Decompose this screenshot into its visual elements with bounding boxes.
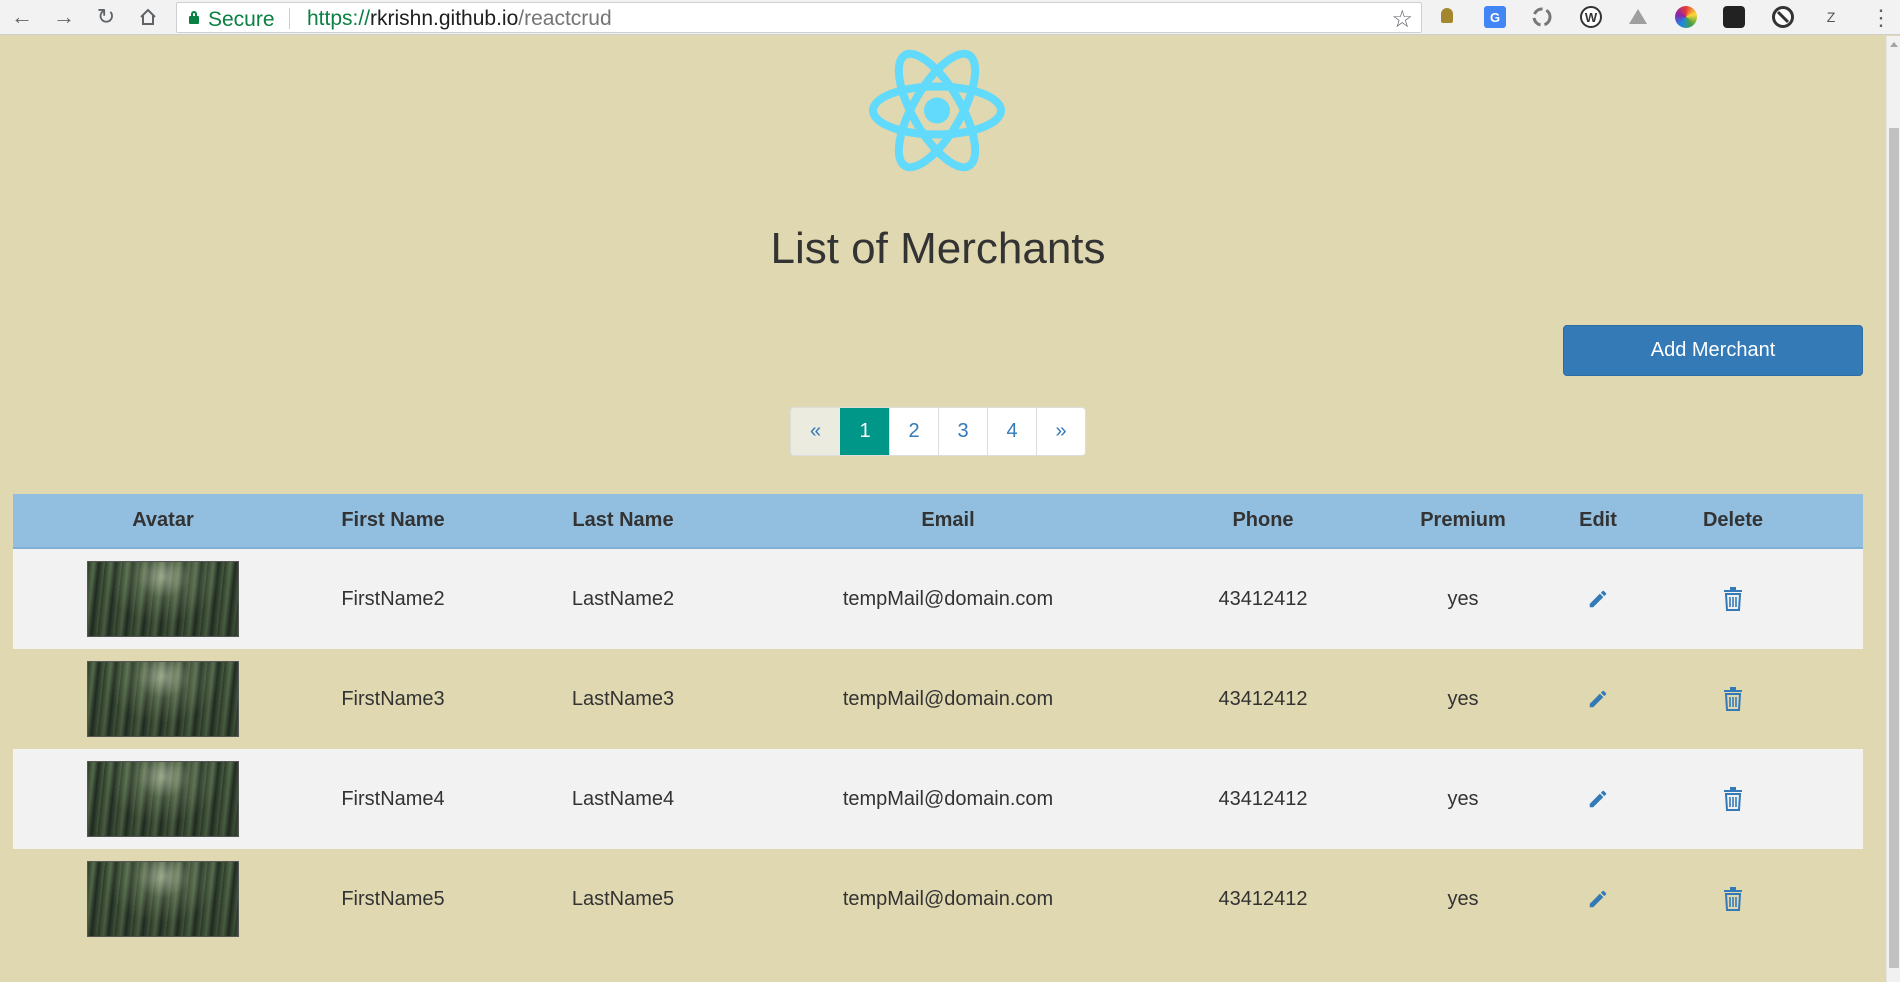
forward-icon[interactable]: → bbox=[51, 4, 77, 30]
browser-toolbar: ← → ↻ Secure https://rkrishn.github.io/r… bbox=[0, 0, 1900, 35]
first-name-cell: FirstName5 bbox=[341, 887, 445, 910]
last-name-cell: LastName5 bbox=[571, 887, 675, 910]
scroll-up-icon[interactable] bbox=[1890, 42, 1898, 47]
premium-cell: yes bbox=[1447, 787, 1479, 810]
column-header-edit: Edit bbox=[1579, 509, 1617, 531]
column-header-email: Email bbox=[921, 509, 975, 531]
last-name-cell: LastName4 bbox=[571, 787, 675, 810]
spy-icon[interactable] bbox=[1723, 6, 1745, 28]
phone-cell: 43412412 bbox=[1218, 687, 1308, 710]
phone-cell: 43412412 bbox=[1218, 887, 1308, 910]
page-title: List of Merchants bbox=[770, 224, 1106, 273]
column-header-first-name: First Name bbox=[341, 509, 445, 531]
scrollbar-thumb[interactable] bbox=[1889, 128, 1899, 968]
pagination-next[interactable]: » bbox=[1036, 408, 1085, 455]
edit-pencil-icon[interactable] bbox=[1587, 888, 1609, 910]
browser-menu-icon[interactable]: ⋮ bbox=[1870, 5, 1892, 31]
table-row: FirstName2 LastName2 tempMail@domain.com… bbox=[13, 549, 1863, 649]
pagination-page-4[interactable]: 4 bbox=[987, 408, 1036, 455]
column-header-avatar: Avatar bbox=[132, 509, 194, 531]
email-cell: tempMail@domain.com bbox=[842, 587, 1054, 610]
block-icon[interactable] bbox=[1772, 6, 1794, 28]
reload-icon[interactable]: ↻ bbox=[93, 4, 119, 30]
delete-trash-icon[interactable] bbox=[1722, 687, 1744, 711]
omnibox-divider bbox=[289, 8, 290, 29]
pagination-page-2[interactable]: 2 bbox=[889, 408, 938, 455]
table-row: FirstName4 LastName4 tempMail@domain.com… bbox=[13, 749, 1863, 849]
url-text[interactable]: https://rkrishn.github.io/reactcrud bbox=[307, 7, 612, 31]
pagination: « 1 2 3 4 » bbox=[790, 407, 1086, 456]
edit-pencil-icon[interactable] bbox=[1587, 688, 1609, 710]
first-name-cell: FirstName3 bbox=[341, 687, 445, 710]
back-icon[interactable]: ← bbox=[9, 4, 35, 30]
table-row: FirstName5 LastName5 tempMail@domain.com… bbox=[13, 849, 1863, 949]
edit-pencil-icon[interactable] bbox=[1587, 788, 1609, 810]
pagination-prev[interactable]: « bbox=[791, 408, 840, 455]
lock-icon bbox=[189, 11, 199, 24]
column-header-last-name: Last Name bbox=[572, 509, 674, 531]
vertical-scrollbar[interactable] bbox=[1886, 36, 1900, 982]
first-name-cell: FirstName4 bbox=[341, 787, 445, 810]
address-bar[interactable]: Secure https://rkrishn.github.io/reactcr… bbox=[176, 2, 1422, 33]
avatar bbox=[87, 761, 239, 837]
email-cell: tempMail@domain.com bbox=[842, 787, 1054, 810]
table-row: FirstName3 LastName3 tempMail@domain.com… bbox=[13, 649, 1863, 749]
sync-icon[interactable] bbox=[1531, 6, 1553, 28]
premium-cell: yes bbox=[1447, 887, 1479, 910]
pagination-page-1[interactable]: 1 bbox=[840, 408, 889, 455]
table-header: Avatar First Name Last Name Email Phone … bbox=[13, 494, 1863, 549]
url-path: /reactcrud bbox=[518, 7, 612, 30]
security-label: Secure bbox=[208, 8, 275, 31]
edit-pencil-icon[interactable] bbox=[1587, 588, 1609, 610]
phone-cell: 43412412 bbox=[1218, 587, 1308, 610]
avatar bbox=[87, 661, 239, 737]
column-header-premium: Premium bbox=[1420, 509, 1506, 531]
first-name-cell: FirstName2 bbox=[341, 587, 445, 610]
merchants-table: Avatar First Name Last Name Email Phone … bbox=[13, 494, 1863, 949]
url-scheme: https:// bbox=[307, 7, 371, 30]
url-host: rkrishn.github.io bbox=[370, 7, 519, 30]
email-cell: tempMail@domain.com bbox=[842, 687, 1054, 710]
delete-trash-icon[interactable] bbox=[1722, 587, 1744, 611]
phone-cell: 43412412 bbox=[1218, 787, 1308, 810]
color-picker-icon[interactable] bbox=[1675, 6, 1697, 28]
premium-cell: yes bbox=[1447, 687, 1479, 710]
translate-icon[interactable]: G bbox=[1484, 6, 1506, 28]
premium-cell: yes bbox=[1447, 587, 1479, 610]
home-icon[interactable] bbox=[135, 4, 161, 30]
android-icon[interactable] bbox=[1436, 6, 1458, 28]
last-name-cell: LastName3 bbox=[571, 687, 675, 710]
react-logo-icon bbox=[869, 49, 1005, 172]
avatar bbox=[87, 561, 239, 637]
bookmark-star-icon[interactable]: ☆ bbox=[1391, 5, 1413, 34]
column-header-phone: Phone bbox=[1232, 509, 1294, 531]
email-cell: tempMail@domain.com bbox=[842, 887, 1054, 910]
z-icon[interactable]: Z bbox=[1820, 6, 1842, 28]
add-merchant-button[interactable]: Add Merchant bbox=[1563, 325, 1863, 376]
delete-trash-icon[interactable] bbox=[1722, 887, 1744, 911]
wordpress-icon[interactable]: W bbox=[1580, 6, 1602, 28]
column-header-delete: Delete bbox=[1702, 509, 1764, 531]
pagination-page-3[interactable]: 3 bbox=[938, 408, 987, 455]
avatar bbox=[87, 861, 239, 937]
drive-icon[interactable] bbox=[1627, 6, 1649, 28]
delete-trash-icon[interactable] bbox=[1722, 787, 1744, 811]
last-name-cell: LastName2 bbox=[571, 587, 675, 610]
